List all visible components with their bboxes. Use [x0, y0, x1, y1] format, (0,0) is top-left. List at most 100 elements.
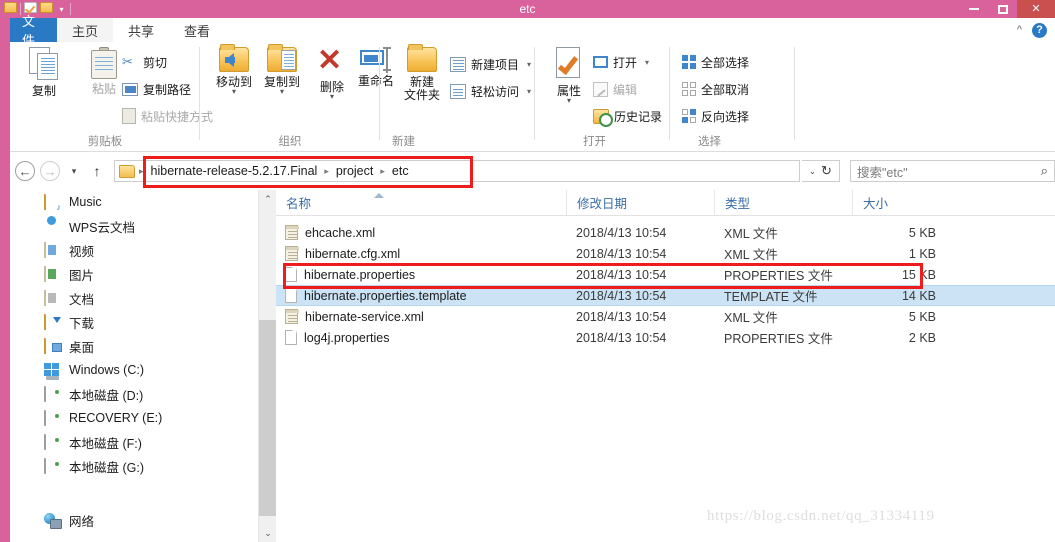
search-input[interactable]: 搜索"etc": [857, 162, 1041, 181]
window-frame-left: [0, 18, 10, 542]
sidebar-item-music[interactable]: Music: [10, 190, 258, 214]
forward-button[interactable]: →: [40, 161, 60, 181]
copy-to-button[interactable]: 复制到 ▾: [254, 44, 310, 129]
select-none-button[interactable]: 全部取消: [682, 79, 749, 99]
sidebar-item-drive-g[interactable]: 本地磁盘 (G:): [10, 454, 258, 478]
close-button[interactable]: ✕: [1017, 0, 1055, 18]
sidebar-item-network[interactable]: 网络: [10, 508, 258, 532]
group-divider: [794, 47, 795, 140]
sidebar-item-drive-f[interactable]: 本地磁盘 (F:): [10, 430, 258, 454]
open-label: 打开: [613, 55, 638, 70]
edit-button[interactable]: 编辑: [593, 79, 637, 99]
sidebar-item-label: 桌面: [69, 340, 95, 355]
collapse-ribbon-icon[interactable]: ^: [1017, 24, 1022, 36]
sidebar-item-windows-c[interactable]: Windows (C:): [10, 358, 258, 382]
tab-share[interactable]: 共享: [113, 18, 169, 42]
chevron-down-icon[interactable]: ▾: [567, 97, 571, 105]
invert-selection-button[interactable]: 反向选择: [682, 106, 749, 126]
column-header-date[interactable]: 修改日期: [566, 189, 714, 216]
sidebar-item-documents[interactable]: 文档: [10, 286, 258, 310]
ribbon-group-select: 全部选择 全部取消 反向选择 选择: [670, 42, 795, 152]
refresh-icon[interactable]: ↻: [814, 160, 840, 182]
table-row[interactable]: hibernate-service.xml 2018/4/13 10:54 XM…: [276, 306, 1055, 327]
new-folder-button[interactable]: 新建 文件夹: [394, 44, 450, 129]
maximize-button[interactable]: [988, 0, 1017, 18]
sidebar-item-label: 本地磁盘 (G:): [69, 460, 144, 475]
search-box[interactable]: 搜索"etc" ⌕: [850, 160, 1055, 182]
table-row[interactable]: hibernate.properties.template 2018/4/13 …: [276, 285, 1055, 306]
paste-shortcut-icon: [122, 108, 136, 124]
videos-icon: [44, 241, 61, 258]
file-list: 名称 修改日期 类型 大小 ehcache.xml 2018/4/13 10:5…: [276, 189, 1055, 542]
cell-size: 15 KB: [901, 267, 936, 282]
tab-file[interactable]: 文件: [10, 14, 57, 48]
sidebar-item-label: 图片: [69, 268, 95, 283]
history-label: 历史记录: [614, 109, 663, 124]
table-row[interactable]: log4j.properties 2018/4/13 10:54 PROPERT…: [276, 327, 1055, 348]
file-name: hibernate.properties.template: [304, 288, 467, 303]
minimize-button[interactable]: [959, 0, 988, 18]
back-button[interactable]: ←: [15, 161, 35, 181]
drive-icon: [44, 457, 61, 474]
easy-access-button[interactable]: 轻松访问 ▾: [450, 81, 531, 101]
chevron-down-icon[interactable]: ▾: [330, 93, 334, 101]
cell-type: PROPERTIES 文件: [724, 269, 833, 283]
scrollbar-thumb[interactable]: [259, 320, 277, 516]
cell-name: hibernate-service.xml: [276, 306, 566, 327]
chevron-down-icon[interactable]: ▾: [527, 60, 531, 69]
tabstrip-filler: [225, 18, 1055, 42]
invert-selection-label: 反向选择: [701, 109, 750, 124]
breadcrumb-item-project[interactable]: project: [333, 161, 377, 181]
select-all-button[interactable]: 全部选择: [682, 52, 749, 72]
new-folder-label-line2: 文件夹: [403, 88, 440, 102]
new-item-button[interactable]: 新建项目 ▾: [450, 54, 531, 74]
scroll-down-icon[interactable]: ⌄: [259, 524, 277, 542]
sidebar-item-desktop[interactable]: 桌面: [10, 334, 258, 358]
sidebar-item-wps-cloud[interactable]: WPS云文档: [10, 214, 258, 238]
group-label-select: 选择: [698, 136, 721, 148]
chevron-down-icon[interactable]: ▾: [527, 87, 531, 96]
table-row[interactable]: hibernate.cfg.xml 2018/4/13 10:54 XML 文件…: [276, 243, 1055, 264]
cell-type: PROPERTIES 文件: [724, 332, 833, 346]
chevron-down-icon[interactable]: ▾: [280, 88, 284, 96]
navigation-scrollbar[interactable]: ⌃ ⌄: [258, 190, 277, 542]
tab-view[interactable]: 查看: [169, 18, 225, 42]
open-button[interactable]: 打开 ▾: [593, 52, 649, 72]
table-row[interactable]: hibernate.properties 2018/4/13 10:54 PRO…: [276, 264, 1055, 285]
cell-size: 1 KB: [908, 246, 936, 261]
copy-icon: [29, 47, 59, 81]
chevron-down-icon[interactable]: ▾: [645, 58, 649, 67]
cut-button[interactable]: ✂ 剪切: [122, 52, 167, 72]
history-button[interactable]: 历史记录: [593, 106, 663, 127]
table-row[interactable]: ehcache.xml 2018/4/13 10:54 XML 文件 5 KB: [276, 222, 1055, 243]
easy-access-label: 轻松访问: [471, 84, 520, 99]
column-header-size[interactable]: 大小: [852, 189, 952, 216]
sidebar-item-drive-d[interactable]: 本地磁盘 (D:): [10, 382, 258, 406]
copy-path-button[interactable]: 复制路径: [122, 79, 191, 99]
breadcrumb-item-root[interactable]: hibernate-release-5.2.17.Final: [148, 161, 321, 181]
help-icon[interactable]: ?: [1032, 22, 1047, 38]
sidebar-item-pictures[interactable]: 图片: [10, 262, 258, 286]
copy-button[interactable]: 复制: [16, 47, 72, 129]
breadcrumb-item-etc[interactable]: etc: [389, 161, 412, 181]
cell-type: XML 文件: [724, 248, 778, 262]
recent-locations-icon[interactable]: ▾: [66, 161, 82, 181]
up-button[interactable]: ↑: [88, 161, 106, 181]
sidebar-item-label: 下载: [69, 316, 95, 331]
address-bar[interactable]: ▸ hibernate-release-5.2.17.Final ▸ proje…: [114, 160, 800, 182]
window-title: etc: [519, 2, 536, 16]
chevron-down-icon[interactable]: ▾: [232, 88, 236, 96]
scroll-up-icon[interactable]: ⌃: [259, 190, 277, 208]
cell-type: XML 文件: [724, 227, 778, 241]
documents-icon: [44, 289, 61, 306]
tab-home[interactable]: 主页: [57, 18, 113, 42]
column-header-type[interactable]: 类型: [714, 189, 852, 216]
ribbon-group-organize: 移动到 ▾ 复制到 ▾ ✕ 删除 ▾ 重命名 组织: [200, 42, 394, 152]
ribbon-tabstrip: 文件 主页 共享 查看: [0, 14, 1055, 48]
sidebar-item-recovery-e[interactable]: RECOVERY (E:): [10, 406, 258, 430]
desktop-icon: [44, 337, 62, 354]
column-header-name[interactable]: 名称: [276, 190, 566, 216]
properties-button[interactable]: 属性 ▾: [541, 47, 597, 129]
sidebar-item-videos[interactable]: 视频: [10, 238, 258, 262]
sidebar-item-downloads[interactable]: 下载: [10, 310, 258, 334]
